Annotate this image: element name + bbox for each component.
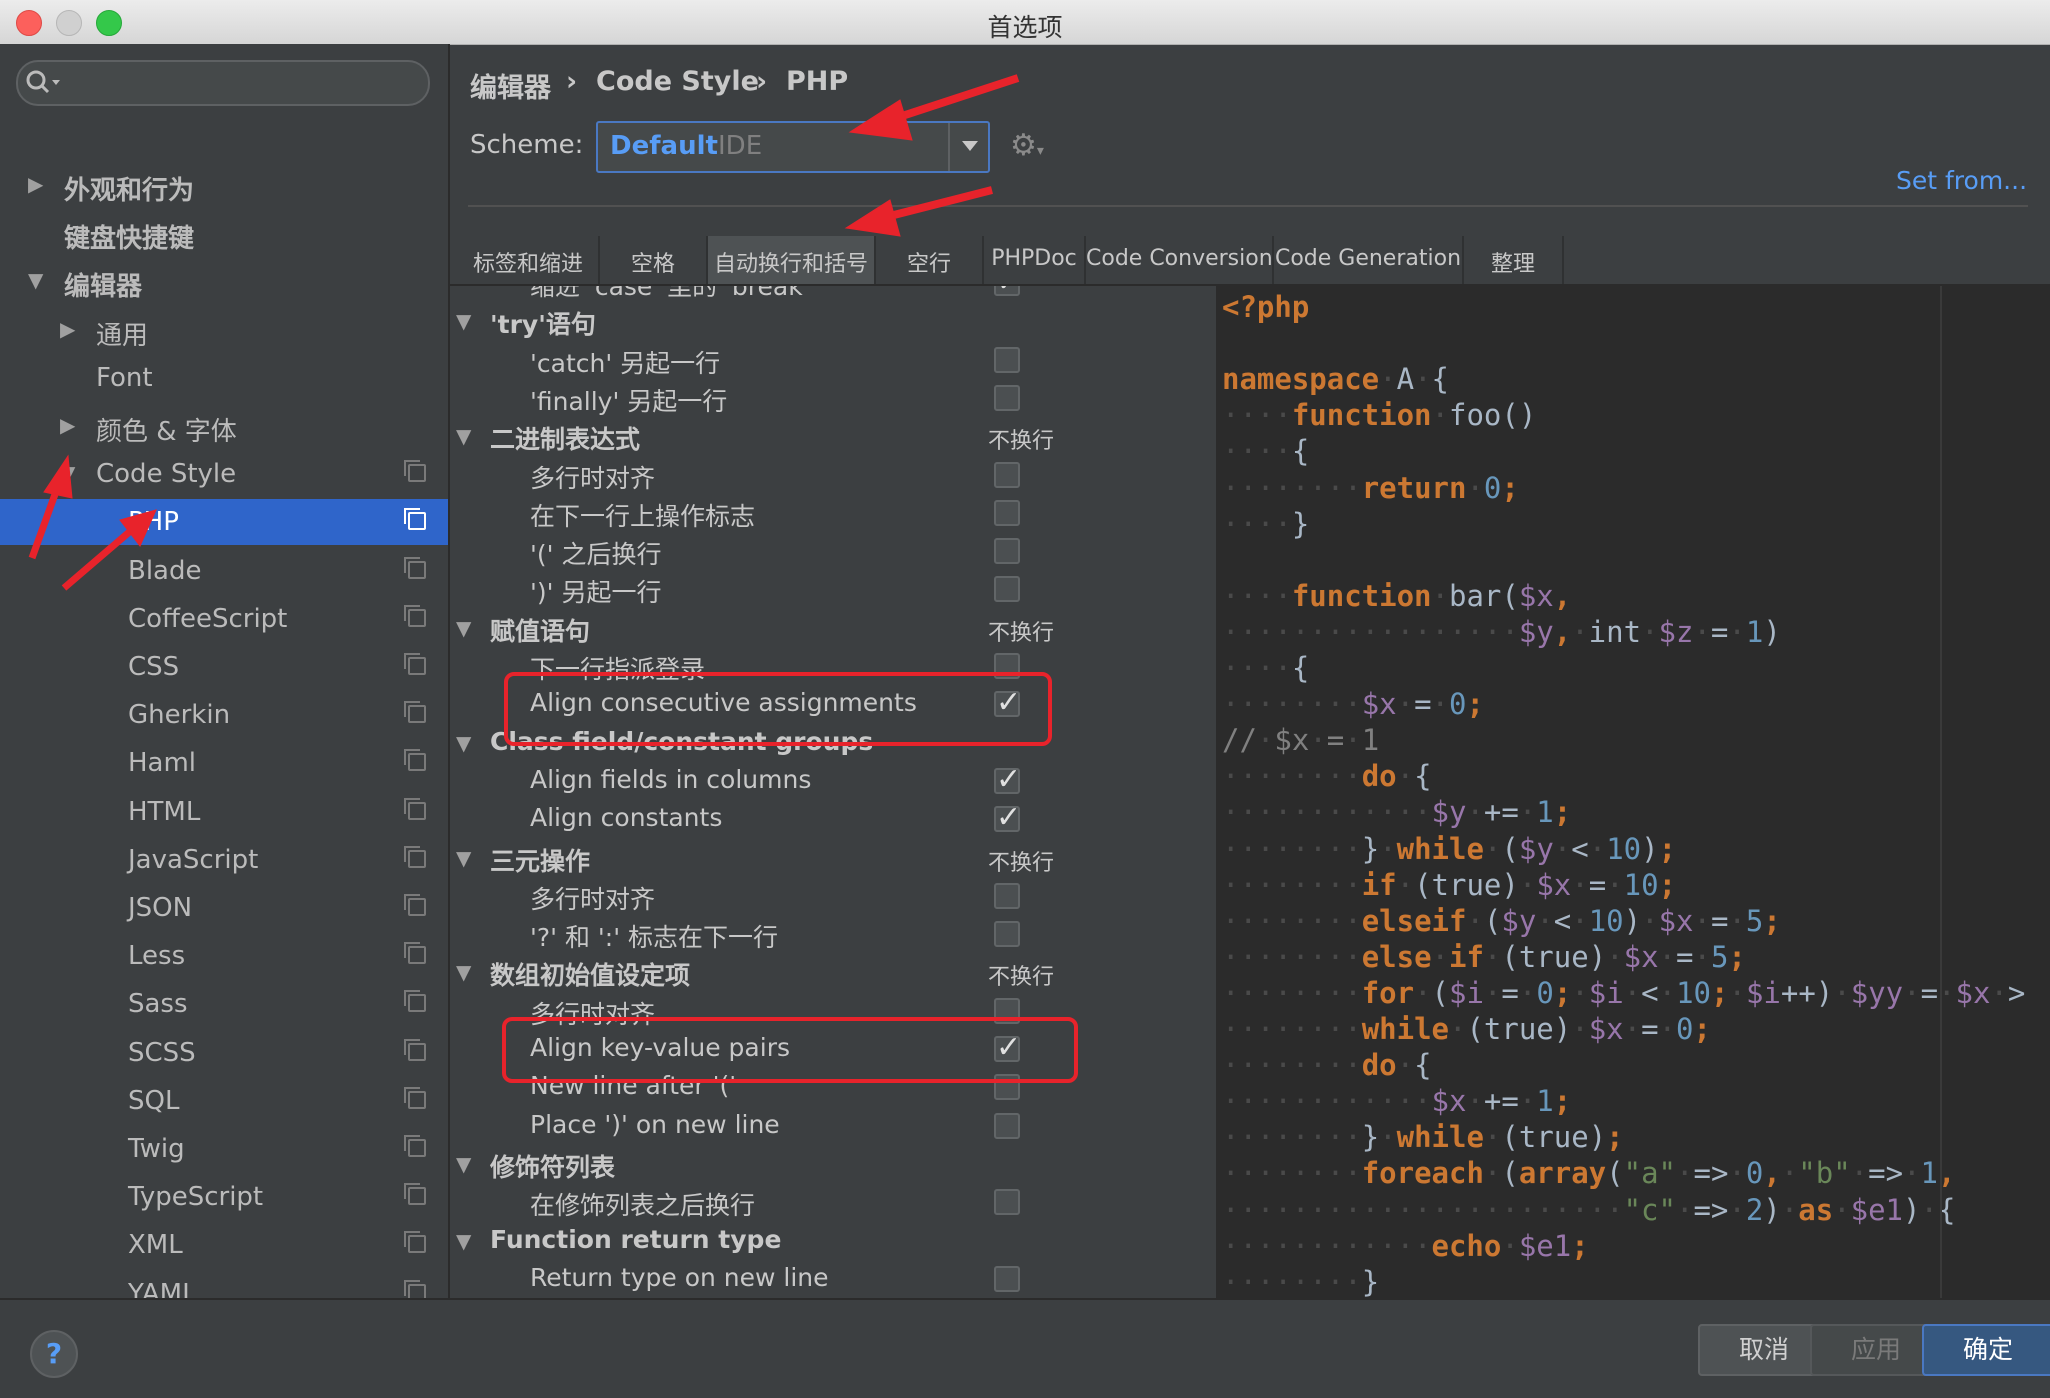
annotation-box-key-value [502,1017,1078,1083]
annotation-box-assignments [504,672,1052,746]
annotation-arrow-head [119,509,157,547]
annotation-arrow-head [43,454,73,499]
annotation-arrow-head [844,199,901,237]
annotation-arrow-head [848,99,913,141]
